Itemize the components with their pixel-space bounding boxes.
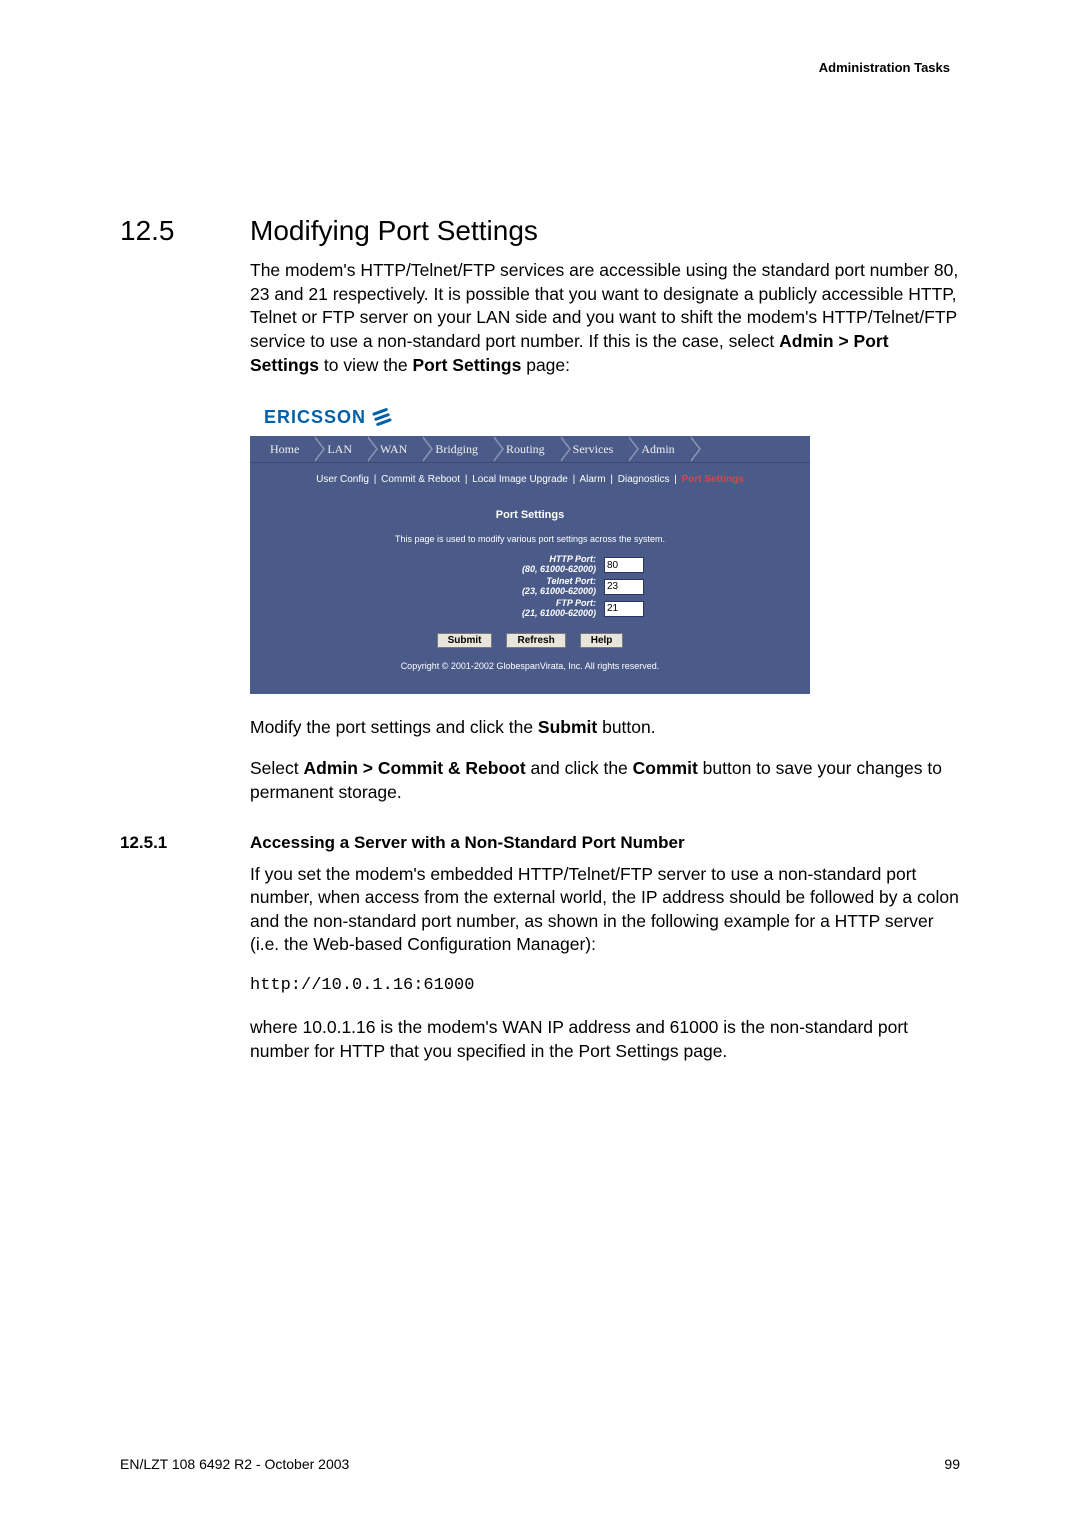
- subnav-alarm[interactable]: Alarm: [579, 474, 605, 485]
- copyright-text: Copyright © 2001-2002 GlobespanVirata, I…: [250, 654, 810, 682]
- footer-left: EN/LZT 108 6492 R2 - October 2003: [120, 1456, 349, 1472]
- ericsson-icon: [372, 407, 392, 427]
- submit-button[interactable]: Submit: [437, 633, 493, 648]
- logo-text: ERICSSON: [264, 405, 366, 429]
- label-http-port: HTTP Port: (80, 61000-62000): [416, 555, 596, 575]
- footer-page-number: 99: [944, 1456, 960, 1472]
- example-url: http://10.0.1.16:61000: [250, 975, 960, 998]
- separator: |: [571, 474, 578, 485]
- panel-description: This page is used to modify various port…: [250, 527, 810, 555]
- separator: |: [608, 474, 615, 485]
- subnav-port-settings[interactable]: Port Settings: [682, 474, 744, 485]
- panel: Port Settings This page is used to modif…: [250, 494, 810, 693]
- help-button[interactable]: Help: [580, 633, 624, 648]
- after-paragraph-1: Modify the port settings and click the S…: [250, 716, 960, 740]
- subsection-paragraph-2: where 10.0.1.16 is the modem's WAN IP ad…: [250, 1016, 960, 1063]
- tab-home[interactable]: Home: [260, 436, 317, 462]
- subnav-commit-reboot[interactable]: Commit & Reboot: [381, 474, 460, 485]
- subsection-number: 12.5.1: [120, 833, 250, 853]
- tab-services[interactable]: Services: [563, 436, 632, 462]
- separator: |: [372, 474, 379, 485]
- tab-wan[interactable]: WAN: [370, 436, 425, 462]
- row-http-port: HTTP Port: (80, 61000-62000): [416, 555, 644, 575]
- panel-title: Port Settings: [250, 500, 810, 527]
- input-ftp-port[interactable]: [604, 601, 644, 617]
- port-form: HTTP Port: (80, 61000-62000) Telnet Port…: [250, 555, 810, 618]
- main-nav: Home LAN WAN Bridging Routing Services A…: [250, 436, 810, 462]
- input-telnet-port[interactable]: [604, 579, 644, 595]
- tab-bridging[interactable]: Bridging: [425, 436, 496, 462]
- intro-paragraph: The modem's HTTP/Telnet/FTP services are…: [250, 259, 960, 377]
- button-row: Submit Refresh Help: [250, 619, 810, 654]
- sub-nav: User Config | Commit & Reboot | Local Im…: [250, 462, 810, 495]
- embedded-screenshot: ERICSSON Home LAN WAN: [250, 395, 810, 694]
- input-http-port[interactable]: [604, 557, 644, 573]
- section-number: 12.5: [120, 215, 250, 247]
- separator: |: [672, 474, 679, 485]
- row-telnet-port: Telnet Port: (23, 61000-62000): [416, 577, 644, 597]
- tab-routing[interactable]: Routing: [496, 436, 563, 462]
- subsection-title: Accessing a Server with a Non-Standard P…: [250, 833, 685, 853]
- label-ftp-port: FTP Port: (21, 61000-62000): [416, 599, 596, 619]
- row-ftp-port: FTP Port: (21, 61000-62000): [416, 599, 644, 619]
- subnav-user-config[interactable]: User Config: [316, 474, 369, 485]
- logo-area: ERICSSON: [250, 395, 810, 436]
- separator: |: [463, 474, 470, 485]
- subnav-diagnostics[interactable]: Diagnostics: [618, 474, 670, 485]
- subnav-local-image-upgrade[interactable]: Local Image Upgrade: [472, 474, 568, 485]
- section-title: Modifying Port Settings: [250, 215, 538, 247]
- tab-admin[interactable]: Admin: [631, 436, 692, 462]
- refresh-button[interactable]: Refresh: [506, 633, 565, 648]
- subsection-paragraph-1: If you set the modem's embedded HTTP/Tel…: [250, 863, 960, 958]
- page-header-right: Administration Tasks: [120, 60, 950, 75]
- after-paragraph-2: Select Admin > Commit & Reboot and click…: [250, 757, 960, 804]
- label-telnet-port: Telnet Port: (23, 61000-62000): [416, 577, 596, 597]
